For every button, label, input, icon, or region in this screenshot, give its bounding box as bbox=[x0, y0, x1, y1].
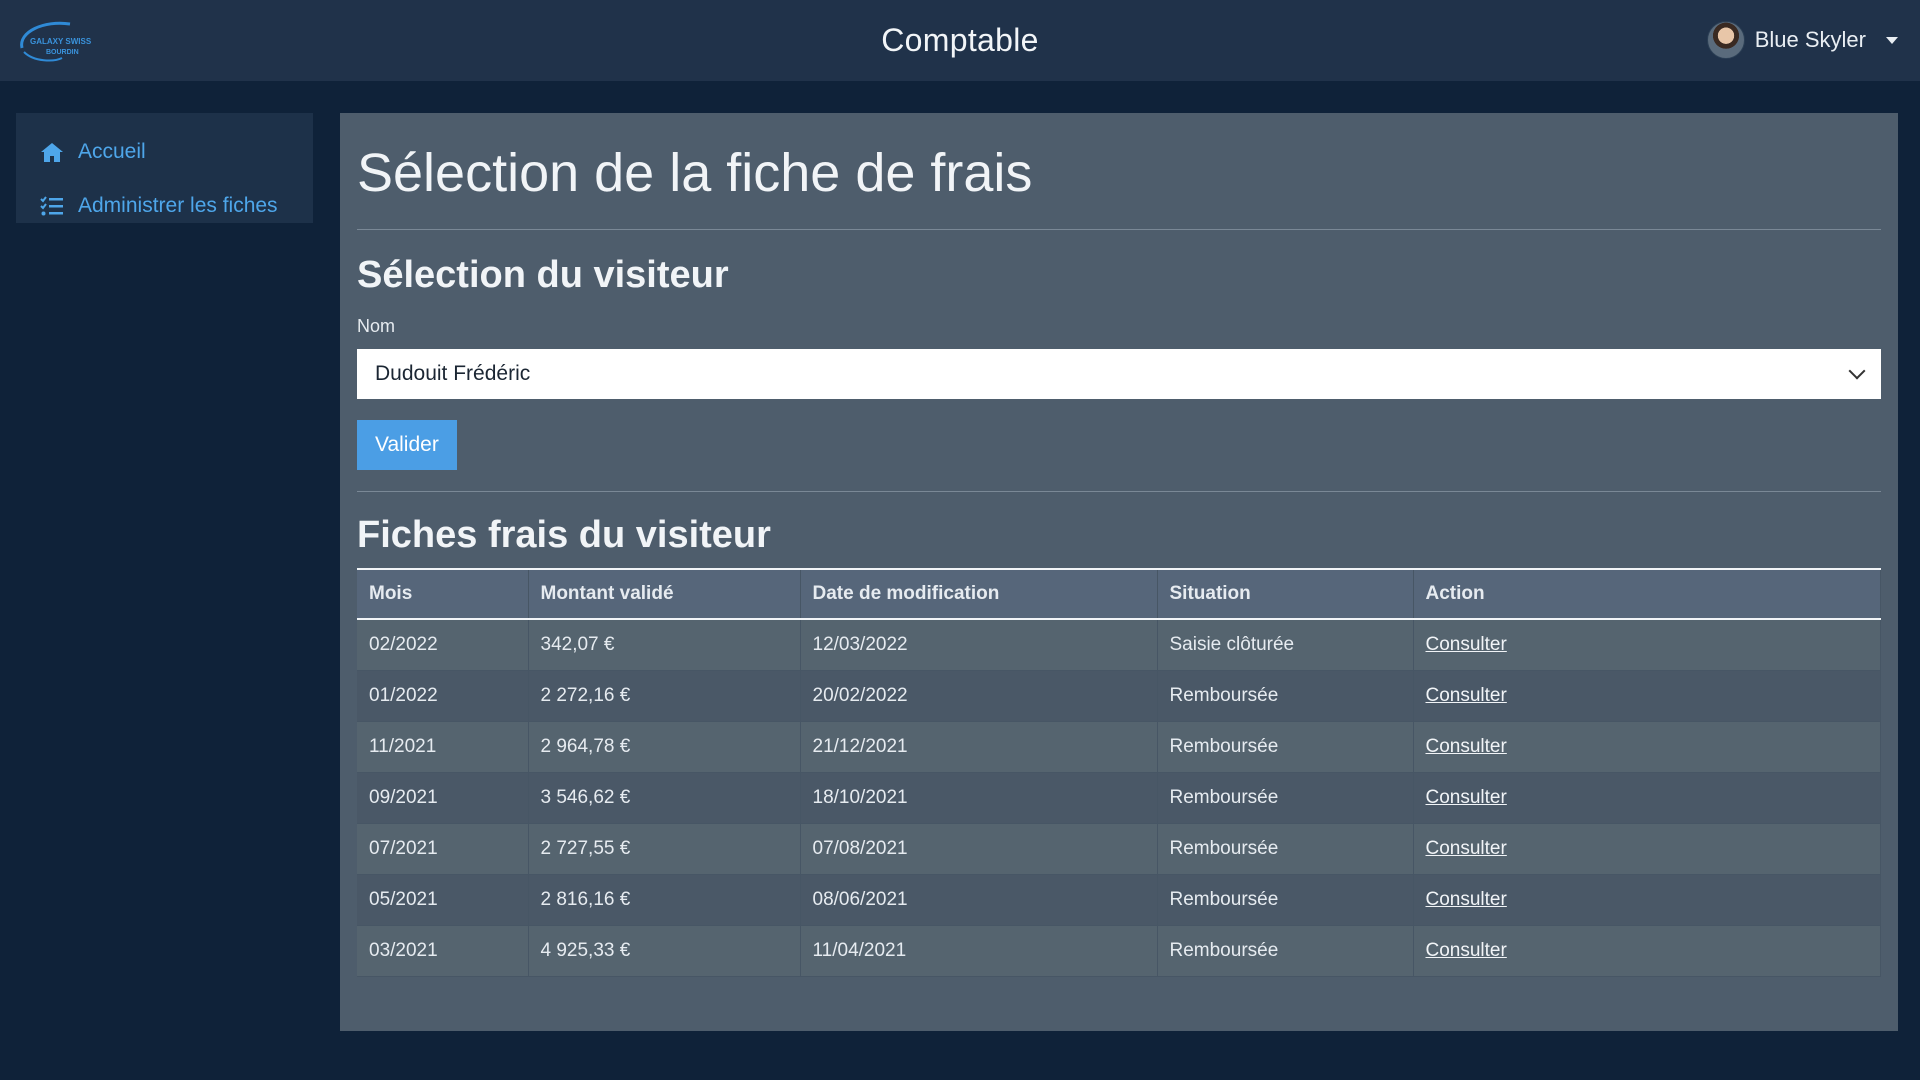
header-montant: Montant validé bbox=[528, 569, 801, 619]
cell-situation: Remboursée bbox=[1157, 823, 1414, 874]
consulter-link[interactable]: Consulter bbox=[1413, 925, 1881, 976]
cell-montant: 2 816,16 € bbox=[528, 874, 801, 925]
visitor-select-value: Dudouit Frédéric bbox=[375, 362, 531, 385]
cell-date: 18/10/2021 bbox=[800, 772, 1158, 823]
consulter-link[interactable]: Consulter bbox=[1413, 619, 1881, 670]
cell-situation: Remboursée bbox=[1157, 670, 1414, 721]
table-row: 05/2021 2 816,16 € 08/06/2021 Remboursée… bbox=[357, 874, 1881, 925]
table-section-title: Fiches frais du visiteur bbox=[357, 514, 771, 556]
avatar bbox=[1706, 21, 1745, 59]
header-mois: Mois bbox=[357, 569, 529, 619]
cell-mois: 09/2021 bbox=[357, 772, 529, 823]
cell-date: 20/02/2022 bbox=[800, 670, 1158, 721]
caret-down-icon bbox=[1886, 36, 1898, 44]
table-row: 09/2021 3 546,62 € 18/10/2021 Remboursée… bbox=[357, 772, 1881, 823]
table-row: 01/2022 2 272,16 € 20/02/2022 Remboursée… bbox=[357, 670, 1881, 721]
cell-situation: Saisie clôturée bbox=[1157, 619, 1414, 670]
header-situation: Situation bbox=[1157, 569, 1414, 619]
header-action: Action bbox=[1413, 569, 1881, 619]
consulter-link[interactable]: Consulter bbox=[1413, 670, 1881, 721]
visitor-section-title: Sélection du visiteur bbox=[357, 254, 729, 296]
cell-situation: Remboursée bbox=[1157, 874, 1414, 925]
cell-mois: 05/2021 bbox=[357, 874, 529, 925]
list-check-icon bbox=[38, 194, 66, 218]
top-navbar: GALAXY SWISS BOURDIN Comptable Blue Skyl… bbox=[0, 0, 1920, 81]
cell-date: 07/08/2021 bbox=[800, 823, 1158, 874]
header-date-modification: Date de modification bbox=[800, 569, 1158, 619]
cell-montant: 342,07 € bbox=[528, 619, 801, 670]
validate-button[interactable]: Valider bbox=[357, 420, 457, 470]
cell-mois: 01/2022 bbox=[357, 670, 529, 721]
home-icon bbox=[38, 140, 66, 164]
cell-situation: Remboursée bbox=[1157, 721, 1414, 772]
cell-mois: 11/2021 bbox=[357, 721, 529, 772]
user-menu-dropdown[interactable]: Blue Skyler bbox=[1706, 18, 1898, 62]
table-row: 11/2021 2 964,78 € 21/12/2021 Remboursée… bbox=[357, 721, 1881, 772]
expense-sheets-table: Mois Montant validé Date de modification… bbox=[357, 568, 1881, 977]
cell-situation: Remboursée bbox=[1157, 772, 1414, 823]
table-header-row: Mois Montant validé Date de modification… bbox=[357, 569, 1881, 619]
cell-montant: 2 964,78 € bbox=[528, 721, 801, 772]
table-row: 03/2021 4 925,33 € 11/04/2021 Remboursée… bbox=[357, 925, 1881, 976]
table-row: 02/2022 342,07 € 12/03/2022 Saisie clôtu… bbox=[357, 619, 1881, 670]
sidebar-item-label: Administrer les fiches bbox=[78, 194, 278, 217]
sidebar-item-administrer-fiches[interactable]: Administrer les fiches bbox=[16, 179, 313, 233]
sidebar-item-label: Accueil bbox=[78, 140, 146, 163]
page-title: Sélection de la fiche de frais bbox=[357, 143, 1033, 203]
sidebar: Accueil Administrer les fiches bbox=[16, 113, 313, 223]
cell-montant: 4 925,33 € bbox=[528, 925, 801, 976]
app-title: Comptable bbox=[881, 22, 1039, 58]
user-name: Blue Skyler bbox=[1754, 27, 1866, 52]
cell-date: 21/12/2021 bbox=[800, 721, 1158, 772]
cell-situation: Remboursée bbox=[1157, 925, 1414, 976]
divider bbox=[357, 229, 1881, 230]
cell-mois: 03/2021 bbox=[357, 925, 529, 976]
consulter-link[interactable]: Consulter bbox=[1413, 772, 1881, 823]
cell-date: 12/03/2022 bbox=[800, 619, 1158, 670]
sidebar-item-accueil[interactable]: Accueil bbox=[16, 125, 313, 179]
chevron-down-icon bbox=[1848, 362, 1866, 380]
cell-mois: 07/2021 bbox=[357, 823, 529, 874]
cell-montant: 3 546,62 € bbox=[528, 772, 801, 823]
cell-date: 08/06/2021 bbox=[800, 874, 1158, 925]
consulter-link[interactable]: Consulter bbox=[1413, 823, 1881, 874]
consulter-link[interactable]: Consulter bbox=[1413, 721, 1881, 772]
divider bbox=[357, 491, 1881, 492]
consulter-link[interactable]: Consulter bbox=[1413, 874, 1881, 925]
cell-mois: 02/2022 bbox=[357, 619, 529, 670]
cell-montant: 2 727,55 € bbox=[528, 823, 801, 874]
name-label: Nom bbox=[357, 316, 396, 336]
cell-montant: 2 272,16 € bbox=[528, 670, 801, 721]
cell-date: 11/04/2021 bbox=[800, 925, 1158, 976]
main-panel: Sélection de la fiche de frais Sélection… bbox=[340, 113, 1898, 1031]
visitor-select[interactable]: Dudouit Frédéric bbox=[357, 349, 1881, 399]
table-row: 07/2021 2 727,55 € 07/08/2021 Remboursée… bbox=[357, 823, 1881, 874]
